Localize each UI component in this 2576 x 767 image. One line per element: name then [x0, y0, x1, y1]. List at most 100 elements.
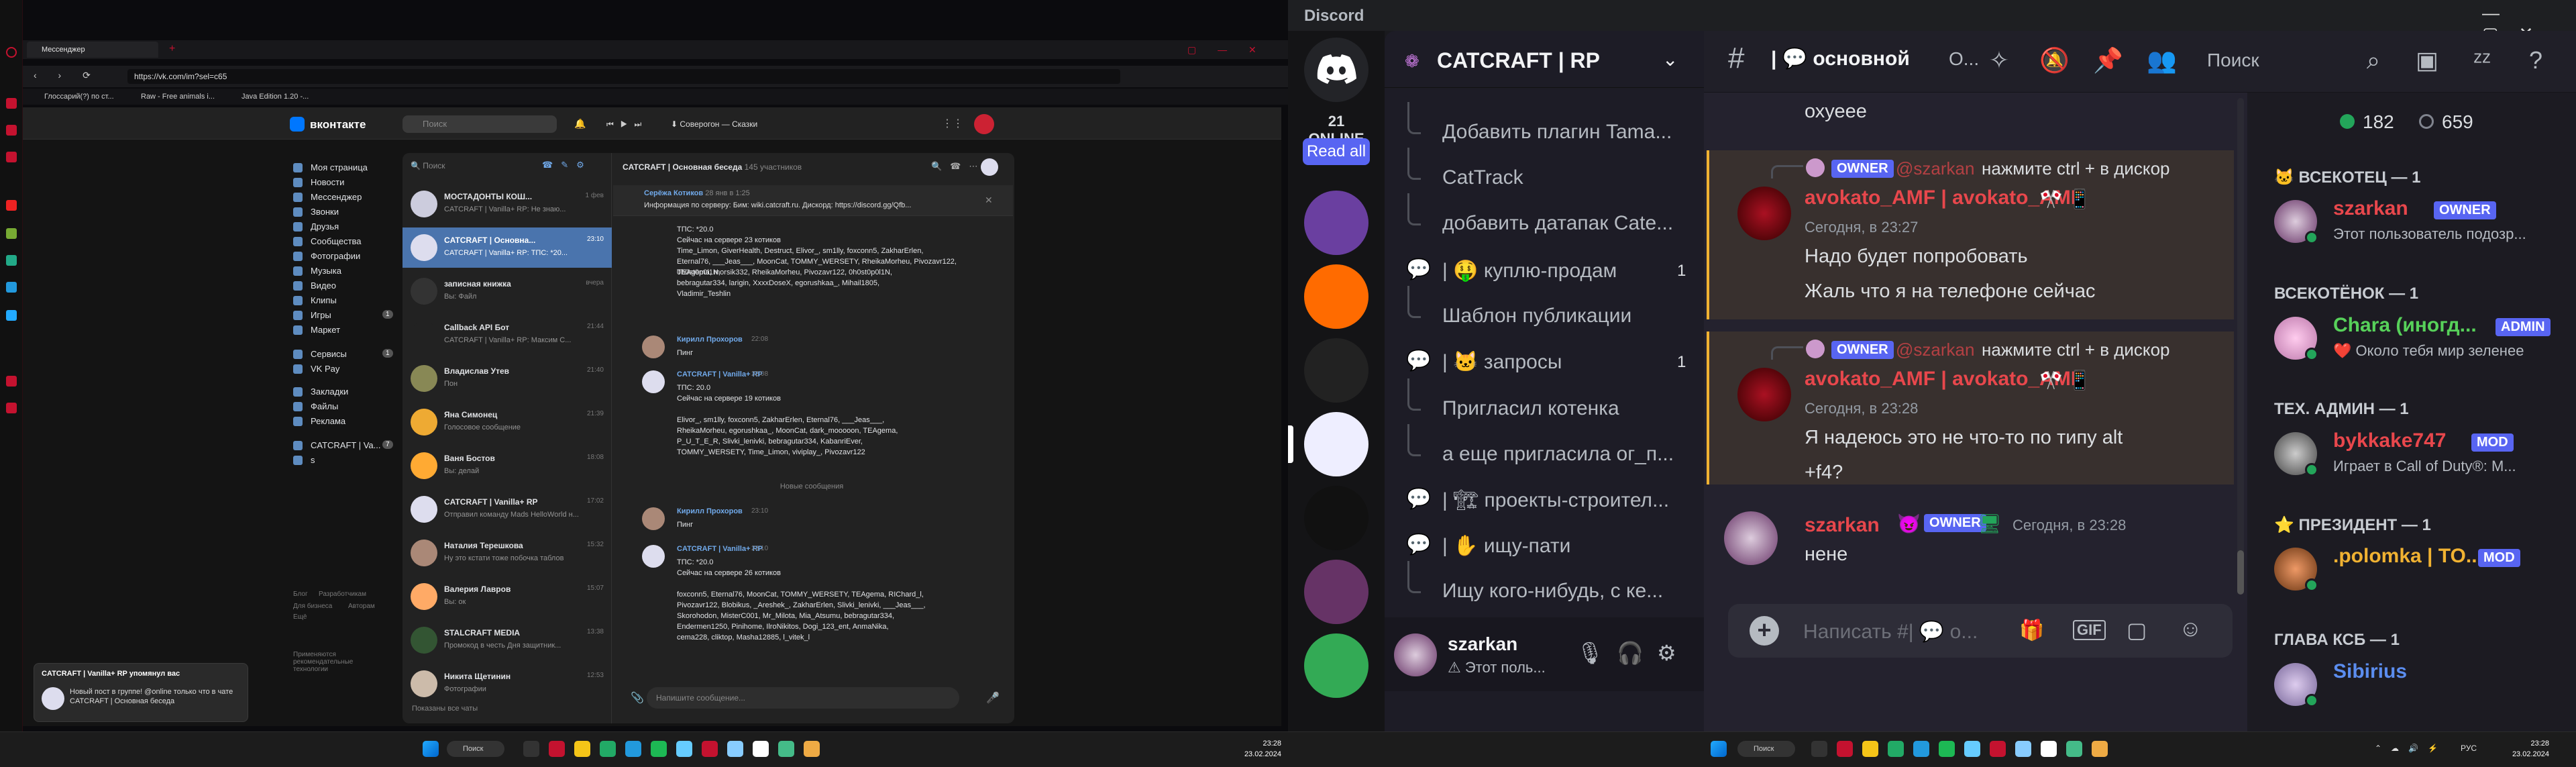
taskbar-app-icon[interactable]: [1862, 741, 1878, 757]
channel-item[interactable]: Пригласил котенка: [1442, 397, 1619, 420]
taskbar-app-icon[interactable]: [574, 741, 590, 757]
mic-icon[interactable]: 🎤: [986, 691, 1000, 705]
taskbar-app-icon[interactable]: [1939, 741, 1955, 757]
server-icon[interactable]: [1304, 560, 1368, 624]
taskbar-app-icon[interactable]: [1811, 741, 1827, 757]
chat-row[interactable]: Валерия Лавров Вы: ок 15:07: [402, 576, 612, 617]
message-author[interactable]: Кирилл Прохоров: [677, 507, 743, 515]
nav-item[interactable]: Сервисы: [311, 349, 347, 360]
sidebar-telegram-icon[interactable]: [6, 282, 17, 293]
taskbar-app-icon[interactable]: [1888, 741, 1904, 757]
bookmark-item[interactable]: Глоссарий(?) по ст...: [44, 91, 114, 102]
channel-item[interactable]: а еще пригласила ог_п...: [1442, 443, 1674, 466]
taskbar-app-icon[interactable]: [2015, 741, 2031, 757]
server-name[interactable]: CATCRAFT | RP: [1437, 48, 1600, 73]
nav-item[interactable]: Новости: [311, 177, 344, 188]
search-input[interactable]: Поиск: [2207, 50, 2259, 71]
bell-icon[interactable]: 🔔: [574, 118, 586, 130]
channel-item[interactable]: добавить датапак Cate...: [1442, 212, 1673, 235]
chat-header-icons[interactable]: 🔍☎⋯: [931, 161, 985, 172]
members-icon[interactable]: 👥: [2147, 47, 2177, 74]
taskbar-app-icon[interactable]: [625, 741, 641, 757]
taskbar-app-icon[interactable]: [778, 741, 794, 757]
sticker-icon[interactable]: ▢: [2127, 617, 2147, 643]
member-name[interactable]: Chara (иногд...: [2333, 314, 2477, 337]
footer-link[interactable]: Разработчикам: [319, 591, 366, 598]
channel-item[interactable]: Шаблон публикации: [1442, 305, 1631, 327]
windows-start-icon[interactable]: [423, 741, 439, 757]
sidebar-messenger-icon[interactable]: [6, 255, 17, 266]
member-name[interactable]: Sibirius: [2333, 660, 2407, 683]
show-all-chats[interactable]: Показаны все чаты: [412, 705, 478, 713]
search-icon[interactable]: ⌕: [2360, 47, 2387, 74]
vk-logo-icon[interactable]: [290, 117, 305, 132]
sidebar-active-icon[interactable]: [6, 200, 17, 211]
mic-icon[interactable]: 🎙: [1576, 640, 1604, 666]
nav-item[interactable]: Фотографии: [311, 251, 360, 262]
chat-row[interactable]: записная книжка Вы: Файл вчера: [402, 271, 612, 311]
chat-row[interactable]: STALCRAFT MEDIA Промокод в честь Дня защи…: [402, 620, 612, 660]
user-avatar[interactable]: [1394, 633, 1437, 676]
sidebar-whatsapp-icon[interactable]: [6, 228, 17, 239]
taskbar-app-icon[interactable]: [1837, 741, 1853, 757]
gift-off-icon[interactable]: 🎁: [2019, 619, 2044, 642]
nav-item[interactable]: Моя страница: [311, 162, 368, 173]
nav-item[interactable]: Клипы: [311, 295, 337, 306]
taskbar-app-icon[interactable]: [549, 741, 565, 757]
taskbar-app-icon[interactable]: [1990, 741, 2006, 757]
server-icon[interactable]: [1304, 338, 1368, 403]
read-all-button[interactable]: Read all: [1303, 138, 1370, 165]
taskbar-app-icon[interactable]: [1964, 741, 1980, 757]
sidebar-settings-icon[interactable]: [6, 403, 17, 413]
message-author[interactable]: CATCRAFT | Vanilla+ RP: [677, 545, 763, 553]
sleep-icon[interactable]: ᶻᶻ: [2469, 47, 2496, 74]
nav-item[interactable]: CATCRAFT | Va...: [311, 440, 381, 451]
bookmark-item[interactable]: Raw - Free animals i...: [141, 91, 215, 102]
nav-item[interactable]: Мессенджер: [311, 192, 362, 203]
channel-item[interactable]: CatTrack: [1442, 166, 1523, 189]
attach-icon[interactable]: 📎: [631, 691, 644, 705]
message-avatar[interactable]: [1737, 187, 1791, 240]
nav-item[interactable]: Видео: [311, 280, 336, 291]
message-input[interactable]: Напишите сообщение...: [647, 687, 959, 709]
chat-row[interactable]: Владислав Утев Пон 21:40: [402, 358, 612, 399]
message-input[interactable]: Написать #| 💬 о...: [1803, 620, 1978, 644]
sidebar-player-icon[interactable]: [6, 125, 17, 136]
channel-item[interactable]: | 🏗 проекты-строител...: [1442, 489, 1669, 512]
taskbar-app-icon[interactable]: [2066, 741, 2082, 757]
windows-start-icon[interactable]: [1711, 741, 1727, 757]
chat-row[interactable]: Наталия Терешкова Ну это кстати тоже побо…: [402, 533, 612, 573]
footer-link[interactable]: Применяются рекомендательные технологии: [293, 651, 387, 673]
channel-item[interactable]: Добавить плагин Tama...: [1442, 121, 1672, 144]
headphones-icon[interactable]: 🎧: [1617, 640, 1644, 666]
player-track[interactable]: ⬇ Соверогон — Сказки: [671, 119, 757, 129]
window-controls[interactable]: ▢ — ✕: [1187, 44, 1266, 56]
taskbar-app-icon[interactable]: [2092, 741, 2108, 757]
chat-row[interactable]: CATCRAFT | Основна... CATCRAFT | Vanilla+…: [402, 227, 612, 268]
reply-text[interactable]: нажмите ctrl + в дискор: [1982, 158, 2170, 179]
nav-item[interactable]: Закладки: [311, 387, 348, 397]
scrollbar-thumb[interactable]: [2237, 550, 2244, 595]
channel-item[interactable]: Ищу кого-нибудь, с ке...: [1442, 580, 1663, 603]
sidebar-twitch-icon[interactable]: [6, 152, 17, 162]
taskbar-app-icon[interactable]: [651, 741, 667, 757]
opera-gx-icon[interactable]: [6, 47, 17, 58]
taskbar-app-icon[interactable]: [753, 741, 769, 757]
taskbar-app-icon[interactable]: [2041, 741, 2057, 757]
taskbar-clock[interactable]: 23:28 23.02.2024: [2509, 738, 2549, 760]
footer-link[interactable]: Блог: [293, 591, 308, 598]
member-name[interactable]: szarkan: [2333, 197, 2408, 220]
nav-item[interactable]: Сообщества: [311, 236, 362, 247]
pin-icon[interactable]: 📌: [2093, 47, 2123, 74]
message-avatar[interactable]: [1724, 511, 1778, 565]
member-name[interactable]: bykkake747: [2333, 429, 2447, 452]
reply-text[interactable]: нажмите ctrl + в дискор: [1982, 340, 2170, 360]
taskbar-clock[interactable]: 23:28 23.02.2024: [1241, 738, 1281, 760]
emoji-icon[interactable]: ☺: [2179, 616, 2202, 642]
server-icon[interactable]: [1304, 412, 1368, 476]
gear-icon[interactable]: ⚙: [1657, 640, 1676, 666]
url-input[interactable]: https://vk.com/im?sel=c65: [127, 69, 1120, 84]
nav-buttons[interactable]: ‹ › ⟳: [34, 70, 100, 81]
nav-item[interactable]: Музыка: [311, 266, 341, 276]
player-controls[interactable]: ⏮▶⏭: [606, 119, 648, 130]
